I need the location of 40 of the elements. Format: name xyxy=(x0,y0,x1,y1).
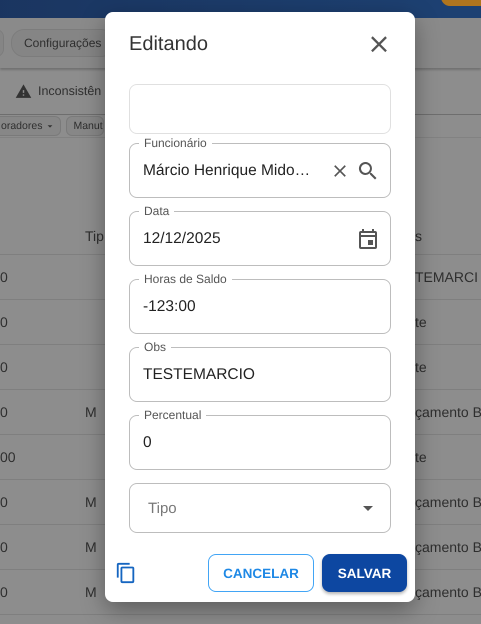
table-cell: çamento B xyxy=(415,404,481,420)
field-label: Data xyxy=(139,204,174,218)
table-cell-text: 0 xyxy=(0,584,9,600)
caret-icon xyxy=(46,122,54,130)
table-cell-text: M xyxy=(85,494,98,510)
table-cell-text: te xyxy=(415,359,428,375)
field-label: Obs xyxy=(139,340,172,354)
field-label: Horas de Saldo xyxy=(139,272,232,286)
table-cell-text: 0 xyxy=(0,404,9,420)
table-cell-text: 00 xyxy=(0,449,17,465)
warning-icon xyxy=(15,82,32,100)
table-cell-text: 0 xyxy=(0,314,9,330)
copy-icon[interactable] xyxy=(115,562,137,584)
table-cell-text: 0 xyxy=(0,269,9,285)
column-header: s xyxy=(415,228,423,244)
table-cell-text: M xyxy=(85,539,98,555)
dialog-title: Editando xyxy=(129,32,208,56)
table-cell: çamento B xyxy=(415,539,481,555)
save-button[interactable]: SALVAR xyxy=(322,554,407,592)
table-cell-text: te xyxy=(415,314,428,330)
filter-chip[interactable]: Manut xyxy=(66,116,104,136)
table-cell: çamento B xyxy=(415,584,481,600)
field-label: Percentual xyxy=(139,408,206,422)
table-cell-text: M xyxy=(85,584,98,600)
column-header: Tip xyxy=(85,228,105,244)
close-button[interactable]: × xyxy=(367,32,391,56)
filter-chip[interactable]: oradores xyxy=(0,116,62,136)
field-label: Funcionário xyxy=(139,136,212,150)
select-field[interactable]: Tipo xyxy=(129,483,391,533)
table-cell: çamento B xyxy=(415,494,481,510)
tab[interactable]: Inconsistên xyxy=(38,84,102,98)
table-cell-text: 0 xyxy=(0,539,9,555)
table-cell-text: 0 xyxy=(0,494,9,510)
table-cell-text: te xyxy=(415,449,428,465)
cancel-button[interactable]: CANCELAR xyxy=(208,554,314,592)
calendar-icon[interactable] xyxy=(356,226,380,250)
table-cell-text: M xyxy=(85,404,98,420)
table-cell-text: 0 xyxy=(0,359,9,375)
input-field[interactable] xyxy=(129,84,391,134)
table-cell-text: TEMARCI xyxy=(415,269,479,285)
